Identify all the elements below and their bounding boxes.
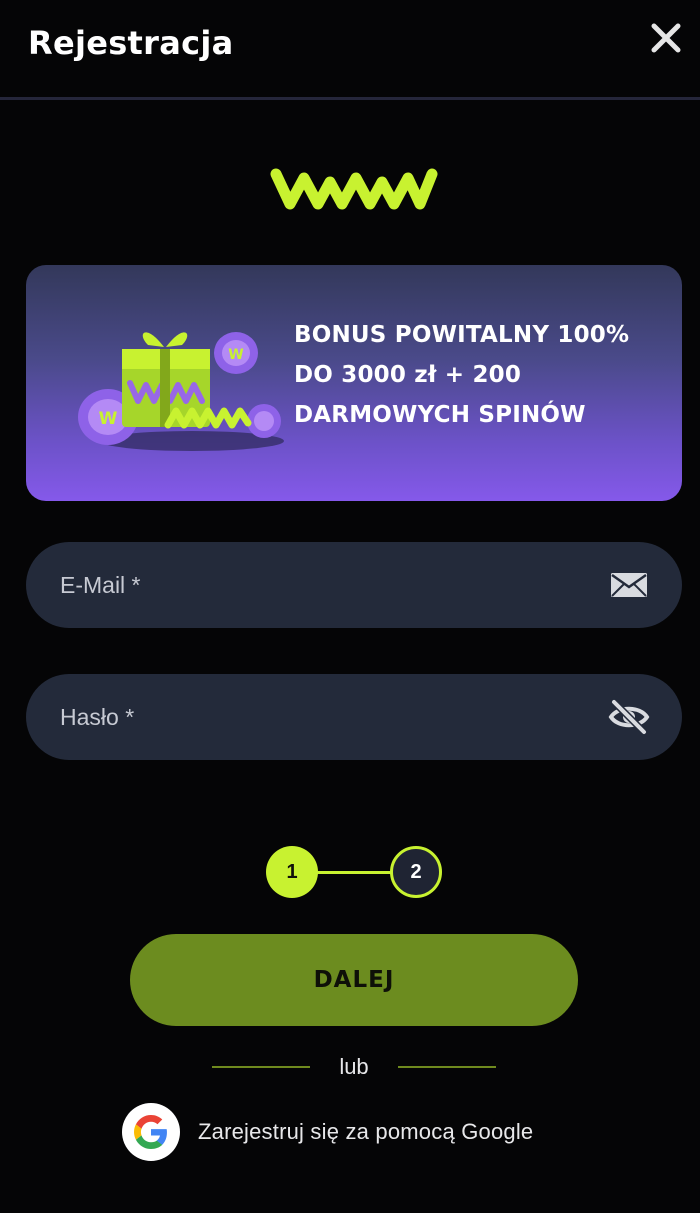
registration-page: Rejestracja W W BONUS POWITALNY 100% DO … [0, 0, 700, 1213]
page-title: Rejestracja [28, 24, 234, 62]
step-1-indicator: 1 [266, 846, 318, 898]
welcome-bonus-banner[interactable]: W W BONUS POWITALNY 100% DO 3000 zł + 20… [26, 265, 682, 501]
ww-logo-icon [270, 168, 438, 210]
envelope-icon [611, 573, 647, 597]
registration-stepper: 1 2 [264, 846, 444, 900]
password-field[interactable]: Hasło * [26, 674, 682, 760]
eye-off-icon[interactable] [608, 698, 650, 736]
next-button[interactable]: DALEJ [130, 934, 578, 1026]
bonus-line-3: DARMOWYCH SPINÓW [294, 402, 586, 428]
bonus-text: BONUS POWITALNY 100% DO 3000 zł + 200 DA… [294, 315, 674, 435]
gift-box-with-chips-icon: W W [78, 332, 284, 451]
divider-line-right [398, 1066, 496, 1068]
google-icon-badge [122, 1103, 180, 1161]
svg-text:W: W [99, 409, 118, 429]
header: Rejestracja [0, 0, 700, 100]
close-icon [651, 23, 681, 53]
email-placeholder: E-Mail * [60, 572, 141, 598]
stepper-connector [316, 871, 392, 874]
google-signup-label: Zarejestruj się za pomocą Google [198, 1119, 534, 1144]
close-button[interactable] [648, 20, 684, 56]
google-icon [134, 1115, 167, 1149]
bonus-line-1: BONUS POWITALNY 100% [294, 322, 630, 348]
bonus-line-2: DO 3000 zł + 200 [294, 362, 522, 388]
password-placeholder: Hasło * [60, 704, 135, 730]
step-2-indicator: 2 [390, 846, 442, 898]
svg-text:W: W [228, 347, 243, 363]
or-divider: lub [212, 1052, 496, 1080]
google-signup-button[interactable]: Zarejestruj się za pomocą Google [122, 1102, 602, 1162]
email-field[interactable]: E-Mail * [26, 542, 682, 628]
